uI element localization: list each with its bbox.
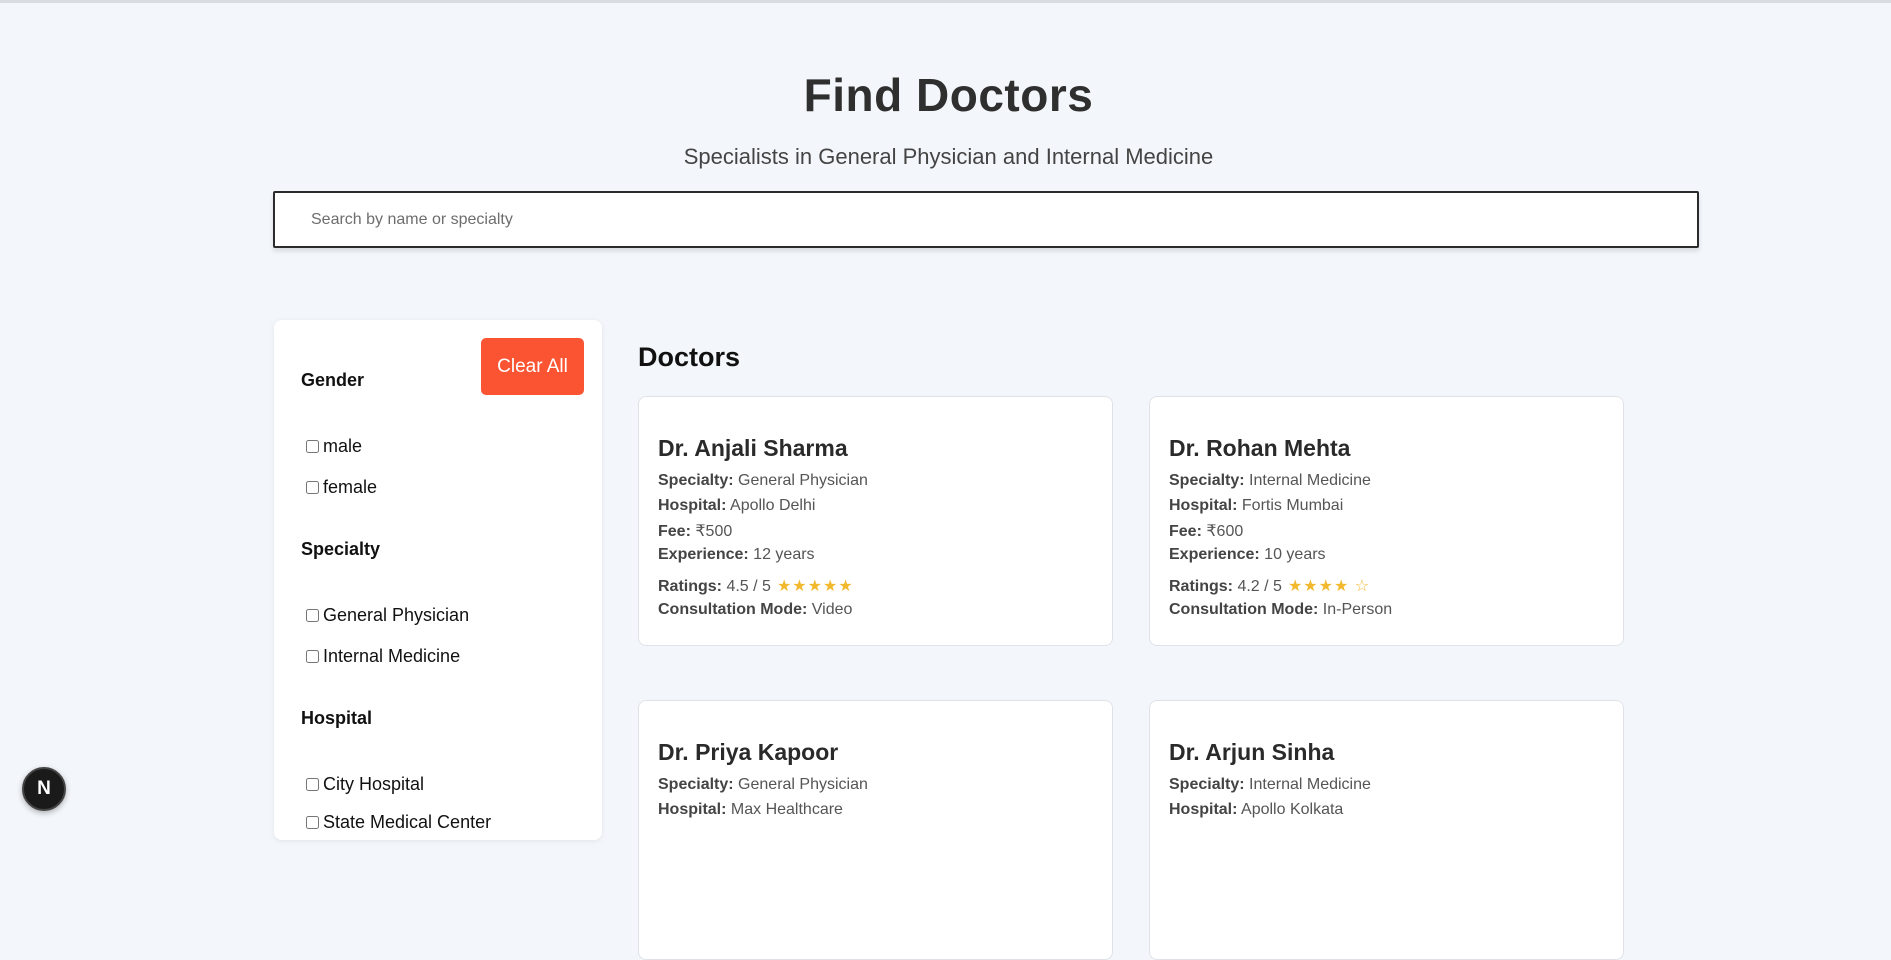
star-rating-icon: ★★★★★ — [776, 578, 854, 595]
specialty-row: Specialty: Internal Medicine — [1169, 776, 1371, 794]
hospital-value: Max Healthcare — [730, 801, 843, 818]
hospital-row: Hospital: Fortis Mumbai — [1169, 497, 1343, 515]
hospital-row: Hospital: Apollo Delhi — [658, 497, 815, 515]
hospital-label: Hospital: — [1169, 497, 1238, 514]
filter-option-label: female — [323, 477, 378, 497]
hospital-value: Apollo Delhi — [730, 497, 816, 514]
female-checkbox[interactable] — [306, 481, 319, 494]
specialty-row: Specialty: General Physician — [658, 776, 868, 794]
ratings-row: Ratings: 4.5 / 5 ★★★★★ — [658, 576, 854, 596]
experience-row: Experience: 10 years — [1169, 546, 1326, 564]
hospital-label: Hospital: — [658, 801, 727, 818]
experience-label: Experience: — [658, 546, 749, 563]
hospital-heading: Hospital — [301, 708, 373, 728]
fee-row: Fee: ₹600 — [1169, 521, 1243, 541]
rating-value: 4.5 / 5 — [726, 578, 771, 595]
specialty-row: Specialty: Internal Medicine — [1169, 472, 1371, 490]
ratings-label: Ratings: — [658, 578, 722, 595]
hospital-label: Hospital: — [658, 497, 727, 514]
specialty-label: Specialty: — [1169, 776, 1245, 793]
general-physician-checkbox[interactable] — [306, 609, 319, 622]
male-checkbox[interactable] — [306, 440, 319, 453]
filter-option-label: General Physician — [323, 605, 470, 625]
fee-label: Fee: — [658, 523, 691, 540]
filter-option-label: Internal Medicine — [323, 646, 461, 666]
mode-row: Consultation Mode: Video — [658, 601, 852, 619]
filter-option-state-medical-center[interactable]: State Medical Center — [306, 812, 491, 833]
specialty-value: General Physician — [738, 472, 868, 489]
page-subtitle: Specialists in General Physician and Int… — [683, 144, 1214, 169]
fee-row: Fee: ₹500 — [658, 521, 732, 541]
experience-value: 12 years — [753, 546, 815, 563]
top-divider — [0, 0, 1891, 3]
filter-option-female[interactable]: female — [306, 477, 377, 498]
doctor-name: Dr. Rohan Mehta — [1169, 435, 1351, 461]
doctor-card[interactable]: Dr. Priya Kapoor Specialty: General Phys… — [638, 700, 1113, 960]
hospital-row: Hospital: Max Healthcare — [658, 801, 843, 819]
hospital-row: Hospital: Apollo Kolkata — [1169, 801, 1343, 819]
specialty-label: Specialty: — [658, 776, 734, 793]
experience-row: Experience: 12 years — [658, 546, 815, 564]
doctor-card[interactable]: Dr. Anjali Sharma Specialty: General Phy… — [638, 396, 1113, 646]
filter-option-male[interactable]: male — [306, 436, 362, 457]
hospital-value: Apollo Kolkata — [1241, 801, 1344, 818]
filter-option-city-hospital[interactable]: City Hospital — [306, 774, 424, 795]
state-medical-center-checkbox[interactable] — [306, 816, 319, 829]
doctor-card[interactable]: Dr. Rohan Mehta Specialty: Internal Medi… — [1149, 396, 1624, 646]
internal-medicine-checkbox[interactable] — [306, 650, 319, 663]
specialty-heading: Specialty — [301, 539, 381, 559]
page-title: Find Doctors — [803, 69, 1094, 121]
specialty-label: Specialty: — [1169, 472, 1245, 489]
star-rating-icon: ★★★★ ☆ — [1287, 578, 1371, 595]
rating-value: 4.2 / 5 — [1237, 578, 1282, 595]
filter-option-label: City Hospital — [323, 774, 425, 794]
fee-value: ₹500 — [695, 523, 733, 540]
filter-panel: Clear All Gender male female Specialty G… — [274, 320, 602, 840]
mode-label: Consultation Mode: — [658, 601, 808, 618]
clear-all-button[interactable]: Clear All — [481, 338, 584, 395]
hospital-value: Fortis Mumbai — [1241, 497, 1344, 514]
specialty-label: Specialty: — [658, 472, 734, 489]
mode-value: In-Person — [1322, 601, 1393, 618]
fee-label: Fee: — [1169, 523, 1202, 540]
nextjs-dev-badge-icon[interactable]: N — [22, 767, 66, 811]
filter-option-general-physician[interactable]: General Physician — [306, 605, 469, 626]
results-title: Doctors — [638, 342, 741, 372]
city-hospital-checkbox[interactable] — [306, 778, 319, 791]
hospital-label: Hospital: — [1169, 801, 1238, 818]
search-input[interactable] — [311, 210, 1697, 229]
experience-value: 10 years — [1264, 546, 1326, 563]
ratings-label: Ratings: — [1169, 578, 1233, 595]
fee-value: ₹600 — [1206, 523, 1244, 540]
filter-option-label: male — [323, 436, 363, 456]
mode-value: Video — [811, 601, 853, 618]
search-box — [273, 191, 1699, 248]
mode-label: Consultation Mode: — [1169, 601, 1319, 618]
specialty-value: General Physician — [738, 776, 868, 793]
doctor-card[interactable]: Dr. Arjun Sinha Specialty: Internal Medi… — [1149, 700, 1624, 960]
doctor-name: Dr. Arjun Sinha — [1169, 739, 1335, 765]
filter-option-label: State Medical Center — [323, 812, 492, 832]
doctor-name: Dr. Anjali Sharma — [658, 435, 848, 461]
specialty-value: Internal Medicine — [1249, 776, 1371, 793]
doctor-name: Dr. Priya Kapoor — [658, 739, 839, 765]
experience-label: Experience: — [1169, 546, 1260, 563]
mode-row: Consultation Mode: In-Person — [1169, 601, 1392, 619]
gender-heading: Gender — [301, 370, 365, 390]
filter-option-internal-medicine[interactable]: Internal Medicine — [306, 646, 460, 667]
specialty-value: Internal Medicine — [1249, 472, 1371, 489]
specialty-row: Specialty: General Physician — [658, 472, 868, 490]
ratings-row: Ratings: 4.2 / 5 ★★★★ ☆ — [1169, 576, 1370, 596]
badge-letter: N — [37, 778, 51, 799]
